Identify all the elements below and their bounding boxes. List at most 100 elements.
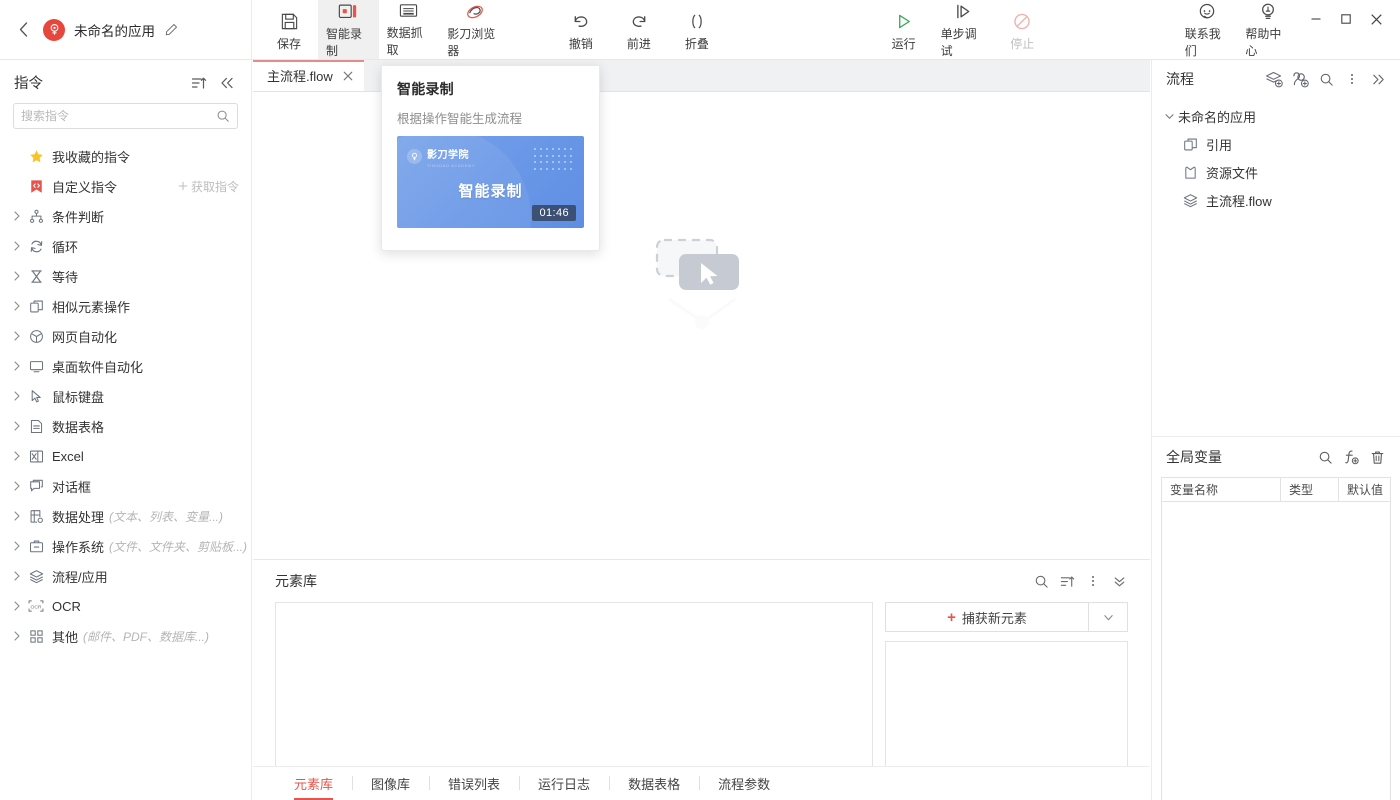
minimize-button[interactable] xyxy=(1302,6,1330,32)
expand-right-icon[interactable] xyxy=(1366,67,1390,91)
search-icon[interactable] xyxy=(1312,444,1338,470)
sidebar-item-label: 自定义指令 xyxy=(52,177,117,196)
global-variables-title: 全局变量 xyxy=(1166,447,1312,467)
sidebar-item-other[interactable]: 其他 (邮件、PDF、数据库...) xyxy=(0,621,251,651)
tutorial-video-thumbnail[interactable]: 影刀学院 YINGDAO ACADEMY 智能录制 01:46 xyxy=(397,136,584,228)
sidebar-item-similar-elements[interactable]: 相似元素操作 xyxy=(0,291,251,321)
toolbar-stop[interactable]: 停止 xyxy=(993,0,1051,59)
sidebar-header: 指令 xyxy=(0,60,251,101)
sidebar-item-label: OCR xyxy=(52,599,81,614)
sidebar-item-dialog[interactable]: 对话框 xyxy=(0,471,251,501)
sidebar-item-data-table[interactable]: 数据表格 xyxy=(0,411,251,441)
chevron-right-icon[interactable] xyxy=(9,538,25,554)
toolbar-step-debug[interactable]: 单步调试 xyxy=(933,0,994,59)
global-variables-table-header: 变量名称 类型 默认值 xyxy=(1162,478,1390,502)
close-icon[interactable] xyxy=(343,71,353,81)
chevron-right-icon[interactable] xyxy=(9,268,25,284)
collapse-left-icon[interactable] xyxy=(217,73,237,93)
sort-icon[interactable] xyxy=(1054,568,1080,594)
tree-row-resource-file[interactable]: 资源文件 xyxy=(1152,158,1400,186)
toolbar-smart-record[interactable]: 智能录制 xyxy=(318,0,379,59)
toolbar-save[interactable]: 保存 xyxy=(260,0,318,59)
sidebar-item-hint: (邮件、PDF、数据库...) xyxy=(83,628,209,645)
sidebar-item-loop[interactable]: 循环 xyxy=(0,231,251,261)
sidebar-item-data-process[interactable]: 数据处理 (文本、列表、变量...) xyxy=(0,501,251,531)
chevron-right-icon[interactable] xyxy=(9,238,25,254)
bottom-tab-label: 图像库 xyxy=(371,774,410,793)
edit-title-icon[interactable] xyxy=(164,23,178,37)
chevron-right-icon[interactable] xyxy=(9,418,25,434)
element-list[interactable] xyxy=(275,602,873,784)
search-instruction-box[interactable] xyxy=(13,103,238,129)
chevron-down-icon[interactable] xyxy=(1160,113,1178,120)
help-icon xyxy=(1258,2,1278,21)
capture-dropdown-button[interactable] xyxy=(1089,602,1128,632)
maximize-button[interactable] xyxy=(1332,6,1360,32)
editor-tab-main-flow[interactable]: 主流程.flow xyxy=(253,60,364,91)
sidebar-item-flow-app[interactable]: 流程/应用 xyxy=(0,561,251,591)
sidebar-item-ocr[interactable]: OCR OCR xyxy=(0,591,251,621)
search-icon[interactable] xyxy=(1314,67,1338,91)
search-icon[interactable] xyxy=(216,109,230,123)
capture-new-element-button[interactable]: + 捕获新元素 xyxy=(885,602,1089,632)
tree-row-reference[interactable]: 引用 xyxy=(1152,130,1400,158)
toolbar-data-scrape[interactable]: 数据抓取 xyxy=(379,0,440,59)
delete-icon[interactable] xyxy=(1364,444,1390,470)
chevron-right-icon[interactable] xyxy=(9,328,25,344)
chevron-right-icon[interactable] xyxy=(9,298,25,314)
bottom-tab-data-table[interactable]: 数据表格 xyxy=(609,767,699,800)
sidebar-item-desktop-automation[interactable]: 桌面软件自动化 xyxy=(0,351,251,381)
chevron-right-icon[interactable] xyxy=(9,628,25,644)
bottom-tab-image-library[interactable]: 图像库 xyxy=(352,767,429,800)
sidebar-item-wait[interactable]: 等待 xyxy=(0,261,251,291)
bottom-tab-flow-params[interactable]: 流程参数 xyxy=(699,767,789,800)
get-instruction-button[interactable]: 获取指令 xyxy=(178,178,239,195)
chevron-right-icon[interactable] xyxy=(9,508,25,524)
toolbar-undo[interactable]: 撤销 xyxy=(552,0,610,59)
bottom-tab-error-list[interactable]: 错误列表 xyxy=(429,767,519,800)
chevron-right-icon[interactable] xyxy=(9,358,25,374)
resource-file-icon xyxy=(1180,165,1200,180)
add-module-icon[interactable] xyxy=(1288,67,1312,91)
chevron-double-down-icon[interactable] xyxy=(1106,568,1132,594)
search-icon[interactable] xyxy=(1028,568,1054,594)
add-variable-icon[interactable] xyxy=(1338,444,1364,470)
chevron-right-icon[interactable] xyxy=(9,388,25,404)
add-flow-icon[interactable] xyxy=(1262,67,1286,91)
sidebar-item-custom[interactable]: 自定义指令 获取指令 xyxy=(0,171,251,201)
global-variables-table[interactable]: 变量名称 类型 默认值 xyxy=(1161,477,1391,800)
back-button[interactable] xyxy=(12,19,34,41)
chevron-right-icon[interactable] xyxy=(9,208,25,224)
sidebar-item-hint: (文本、列表、变量...) xyxy=(109,508,223,525)
close-button[interactable] xyxy=(1362,6,1390,32)
element-preview-box xyxy=(885,641,1128,783)
tree-row-label: 主流程.flow xyxy=(1206,191,1272,210)
chevron-right-icon[interactable] xyxy=(9,598,25,614)
toolbar-run[interactable]: 运行 xyxy=(875,0,933,59)
sort-icon[interactable] xyxy=(189,73,209,93)
toolbar-collapse[interactable]: 折叠 xyxy=(668,0,726,59)
toolbar-contact-us[interactable]: 联系我们 xyxy=(1177,0,1238,59)
toolbar-help-center[interactable]: 帮助中心 xyxy=(1237,0,1298,59)
tree-row-app-root[interactable]: 未命名的应用 xyxy=(1152,102,1400,130)
chevron-right-icon[interactable] xyxy=(9,448,25,464)
redo-icon xyxy=(629,9,649,31)
more-vertical-icon[interactable] xyxy=(1080,568,1106,594)
chevron-right-icon[interactable] xyxy=(9,478,25,494)
flow-panel-header: 流程 xyxy=(1152,60,1400,98)
bottom-tab-element-library[interactable]: 元素库 xyxy=(275,767,352,800)
toolbar-browser[interactable]: 影刀浏览器 xyxy=(439,0,511,59)
sidebar-item-condition[interactable]: 条件判断 xyxy=(0,201,251,231)
search-input[interactable] xyxy=(21,109,216,123)
sidebar-item-favorites[interactable]: 我收藏的指令 xyxy=(0,141,251,171)
sidebar-item-web-automation[interactable]: 网页自动化 xyxy=(0,321,251,351)
chevron-right-icon[interactable] xyxy=(9,568,25,584)
sidebar-item-mouse-keyboard[interactable]: 鼠标键盘 xyxy=(0,381,251,411)
more-vertical-icon[interactable] xyxy=(1340,67,1364,91)
smart-record-tooltip-popup[interactable]: 智能录制 根据操作智能生成流程 影刀学院 YINGDAO ACADEMY 智能录… xyxy=(381,65,600,251)
bottom-tab-run-log[interactable]: 运行日志 xyxy=(519,767,609,800)
sidebar-item-excel[interactable]: Excel xyxy=(0,441,251,471)
sidebar-item-os[interactable]: 操作系统 (文件、文件夹、剪贴板...) xyxy=(0,531,251,561)
tree-row-main-flow[interactable]: 主流程.flow xyxy=(1152,186,1400,214)
toolbar-redo[interactable]: 前进 xyxy=(610,0,668,59)
